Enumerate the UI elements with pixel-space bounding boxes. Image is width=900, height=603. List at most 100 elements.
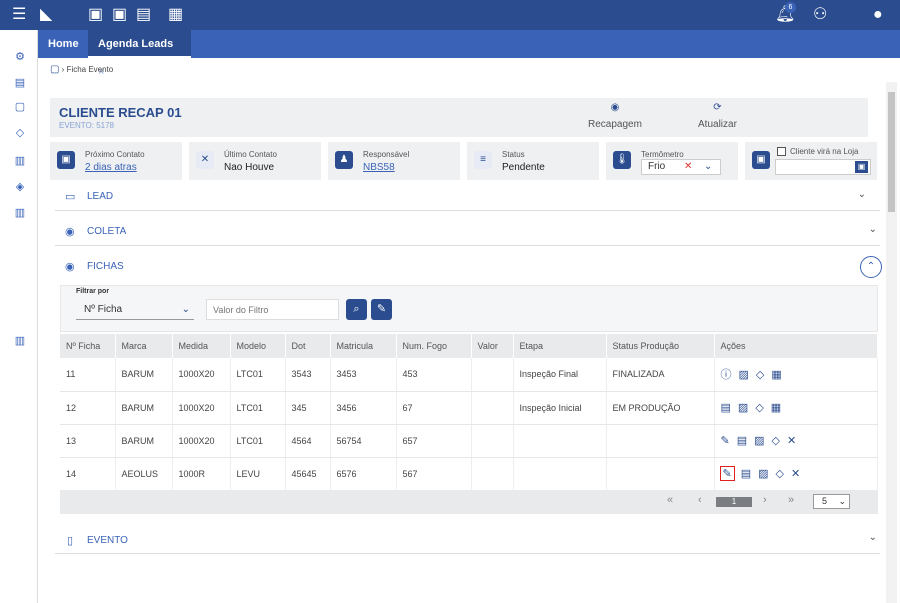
actions-cell: ▤ ▨ ◇ ▦ [714,391,878,425]
tab-label: Agenda Leads [98,38,174,50]
current-page-button[interactable]: 1 [716,497,752,507]
info-icon[interactable]: ⓘ [721,366,732,382]
card-value: Nao Houve [224,162,275,173]
tab-agenda-leads[interactable]: Agenda Leads × [88,30,191,78]
cell: 12 [60,391,116,425]
chevron-down-icon[interactable]: ⌄ [869,532,877,543]
tag-icon[interactable]: ◈ [8,180,32,193]
bar-chart-icon[interactable]: ▥ [8,334,32,347]
chevron-down-icon[interactable]: ⌄ [704,160,712,174]
tag-icon[interactable]: ◇ [776,467,784,480]
rows-per-page-select[interactable]: 5 ⌄ [813,494,850,509]
notification-badge: 6 [785,2,796,13]
tag-icon[interactable]: ◇ [772,434,780,447]
shield-icon[interactable]: ◇ [8,126,32,139]
clear-icon[interactable]: ✕ [684,160,692,174]
first-page-button[interactable]: « [667,494,673,506]
recap-button[interactable]: ◉ Recapagem [588,102,642,130]
last-page-button[interactable]: » [788,494,794,506]
filter-value-input[interactable] [206,299,339,320]
user-switch-icon[interactable]: ⚇ [813,5,827,25]
chevron-down-icon[interactable]: ⌄ [869,224,877,235]
scrollbar-thumb[interactable] [888,92,895,212]
section-evento[interactable]: ▯ EVENTO ⌄ [55,526,880,554]
calendar-icon[interactable]: ▣ [88,5,103,25]
column-header[interactable]: Num. Fogo [396,334,472,358]
section-coleta[interactable]: ◉ COLETA ⌄ [55,217,880,246]
filter-label: Filtrar por [76,288,110,295]
column-header[interactable]: Matricula [330,334,397,358]
settings-icon[interactable]: ⚙ [8,50,32,63]
thermometer-select[interactable]: Frio ✕ ⌄ [641,159,721,175]
document-icon[interactable]: ▤ [721,401,731,414]
search-button[interactable]: ⌕ [346,299,367,320]
calendar-icon[interactable]: ▦ [771,401,781,414]
list-icon[interactable]: ▤ [8,76,32,89]
chevron-up-icon[interactable]: ⌃ [860,256,882,278]
briefcase-icon[interactable]: ▤ [136,5,151,25]
cell: LTC01 [230,391,286,425]
filter-field-select[interactable]: Nº Ficha ⌄ [76,300,194,320]
cell: 6576 [330,457,397,491]
refresh-button[interactable]: ⟳ Atualizar [698,102,737,130]
edit-icon[interactable]: ✎ [719,466,735,481]
client-visit-checkbox[interactable] [777,147,786,156]
close-icon[interactable]: ✕ [791,467,800,480]
column-header[interactable]: Marca [115,334,173,358]
card-label: Termômetro [641,150,684,159]
column-header[interactable]: Dot [285,334,331,358]
card-label: Status [502,150,525,159]
cell: 3453 [330,358,397,392]
breadcrumb: ▢ › Ficha Evento [50,64,114,75]
prev-page-button[interactable]: ‹ [698,494,702,506]
next-page-button[interactable]: › [763,494,767,506]
pagination: « ‹ 1 › » 5 ⌄ [60,490,878,514]
cell [471,358,514,392]
section-fichas[interactable]: ◉ FICHAS ⌃ [55,251,882,280]
cell [471,424,514,458]
column-header[interactable]: Valor [471,334,514,358]
refresh-label: Atualizar [698,119,737,130]
close-icon[interactable]: ✕ [787,434,796,447]
avatar-icon[interactable]: ● [873,5,883,25]
card-client-visit: ▣ Cliente virá na Loja ▣ [745,142,877,180]
chevron-down-icon[interactable]: ⌄ [858,189,866,200]
image-icon[interactable]: ▨ [758,467,768,480]
card-value-link[interactable]: NBS58 [363,162,395,173]
image-icon[interactable]: ▨ [754,434,764,447]
section-label: COLETA [87,226,127,237]
calendar-icon[interactable]: ▦ [771,368,781,381]
clear-filter-button[interactable]: ✎ [371,299,392,320]
calendar-button-icon[interactable]: ▣ [855,161,868,173]
bar-chart-icon[interactable]: ▥ [8,206,32,219]
card-value-link[interactable]: 2 dias atras [85,162,137,173]
column-header[interactable]: Medida [172,334,231,358]
tab-home[interactable]: Home [38,30,89,58]
breadcrumb-item[interactable]: Ficha Evento [67,65,114,74]
chevron-down-icon: ⌄ [181,304,190,315]
card-label: Cliente virá na Loja [790,147,859,156]
column-header[interactable]: Status Produção [606,334,715,358]
cell [513,457,607,491]
image-icon[interactable]: ▨ [739,368,749,381]
card-responsible: ♟ Responsável NBS58 [328,142,460,180]
tire-icon: ◉ [610,102,620,113]
page-title: CLIENTE RECAP 01 [59,105,182,120]
chart-icon[interactable]: ▥ [8,154,32,167]
calendar-icon[interactable]: ▣ [112,5,127,25]
column-header[interactable]: Nº Ficha [60,334,116,358]
section-lead[interactable]: ▭ LEAD ⌄ [55,182,880,211]
image-icon[interactable]: ▨ [738,401,748,414]
checklist-icon: ≡ [474,151,492,169]
tag-icon[interactable]: ◇ [755,401,763,414]
column-header[interactable]: Etapa [513,334,607,358]
calendar-plus-icon[interactable]: ▦ [168,5,183,25]
calendar-icon[interactable]: ▢ [8,100,32,113]
document-icon[interactable]: ▤ [741,467,751,480]
tag-icon[interactable]: ◇ [756,368,764,381]
edit-icon[interactable]: ✎ [721,434,730,447]
column-header[interactable]: Modelo [230,334,286,358]
document-icon[interactable]: ▤ [737,434,747,447]
menu-icon[interactable]: ☰ [12,5,26,25]
scrollbar[interactable] [886,82,897,603]
